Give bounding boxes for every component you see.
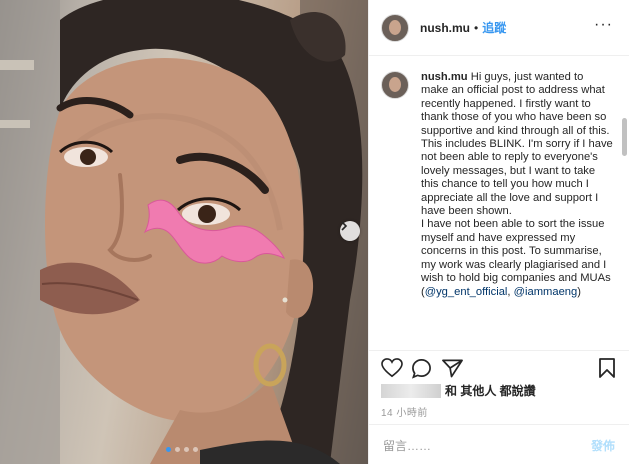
mention-link[interactable]: @iammaeng (514, 286, 578, 298)
heart-icon[interactable] (381, 358, 403, 378)
share-icon[interactable] (442, 358, 463, 378)
chevron-right-icon (341, 221, 348, 231)
post-comment-button[interactable]: 發佈 (591, 437, 615, 454)
blurred-username (381, 383, 441, 398)
comments-area[interactable]: nush.mu Hi guys, just wanted to make an … (369, 56, 629, 350)
username-link[interactable]: nush.mu (420, 21, 470, 35)
portrait-image (0, 0, 368, 464)
carousel-dot (175, 447, 180, 452)
post-timestamp[interactable]: 14 小時前 (381, 404, 428, 419)
carousel-indicator (166, 447, 198, 452)
add-comment-bar: 留言…… 發佈 (369, 424, 629, 465)
likes-summary[interactable]: 和 其他人 都說讚 (381, 382, 536, 399)
caption-paragraph-2: I have not been able to sort the issue m… (421, 218, 611, 285)
post-header: nush.mu • 追蹤 ··· (369, 0, 629, 56)
follow-button[interactable]: 追蹤 (482, 19, 506, 36)
post-photo (0, 0, 368, 464)
bookmark-icon[interactable] (599, 358, 615, 378)
caption-paragraph-1: Hi guys, just wanted to make an official… (421, 71, 613, 218)
caption-row: nush.mu Hi guys, just wanted to make an … (369, 56, 629, 299)
more-icon[interactable]: ··· (594, 17, 613, 33)
scrollbar[interactable] (622, 118, 627, 156)
carousel-dot (166, 447, 171, 452)
likes-text: 和 其他人 都說讚 (445, 384, 536, 398)
caption-avatar[interactable] (381, 71, 409, 99)
next-slide-button[interactable] (340, 221, 360, 241)
separator: • (474, 20, 479, 35)
caption-username[interactable]: nush.mu (421, 71, 468, 83)
mention-close: ) (577, 285, 581, 298)
avatar[interactable] (381, 13, 409, 42)
post-side-panel: nush.mu • 追蹤 ··· nush.mu Hi guys, just w… (368, 0, 629, 464)
carousel-dot (193, 447, 198, 452)
comment-input[interactable]: 留言…… (383, 437, 591, 454)
comment-icon[interactable] (411, 358, 432, 379)
carousel-dot (184, 447, 189, 452)
mention-link[interactable]: @yg_ent_official (425, 286, 508, 298)
caption-text: nush.mu Hi guys, just wanted to make an … (421, 71, 613, 299)
